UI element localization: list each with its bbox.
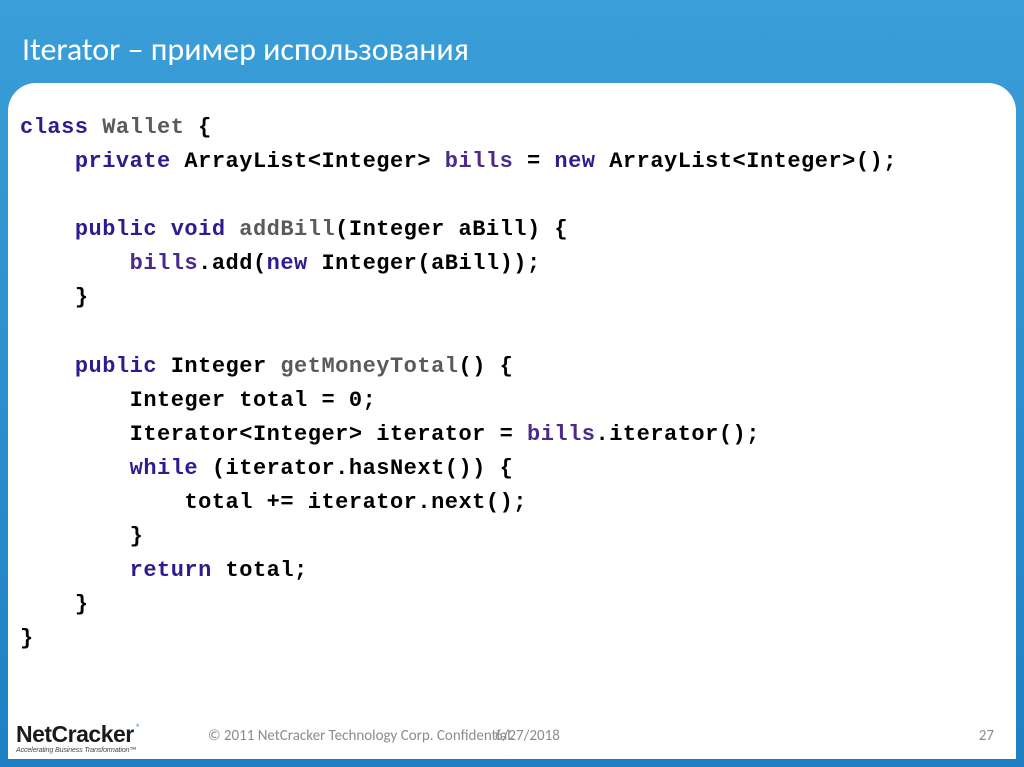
code-text: { xyxy=(184,115,211,140)
code-text: (iterator.hasNext()) { xyxy=(198,456,513,481)
copyright-text: © 2011 NetCracker Technology Corp. Confi… xyxy=(208,727,514,745)
logo-text: NetCracker xyxy=(16,721,134,747)
slide: Iterator – пример использования class Wa… xyxy=(0,0,1024,767)
logo-tagline: Accelerating Business Transformation™ xyxy=(16,746,141,753)
method-addbill: addBill xyxy=(226,217,336,242)
slide-title: Iterator – пример использования xyxy=(0,0,1024,83)
code-text: .iterator(); xyxy=(596,422,760,447)
code-text: Iterator<Integer> iterator = xyxy=(130,422,527,447)
kw-new: new xyxy=(554,149,595,174)
field-bills: bills xyxy=(527,422,596,447)
class-name: Wallet xyxy=(102,115,184,140)
code-text: (Integer aBill) { xyxy=(335,217,568,242)
code-text: total; xyxy=(212,558,308,583)
kw-private: private xyxy=(75,149,171,174)
code-text: } xyxy=(75,285,89,310)
kw-public: public xyxy=(75,354,157,379)
code-text: Integer xyxy=(157,354,280,379)
logo-registered: ® xyxy=(136,721,141,734)
code-text: () { xyxy=(459,354,514,379)
kw-public-void: public void xyxy=(75,217,226,242)
kw-class: class xyxy=(20,115,89,140)
code-text: } xyxy=(20,626,34,651)
code-text: .add( xyxy=(198,251,267,276)
code-text: ArrayList<Integer>(); xyxy=(596,149,897,174)
code-text: = xyxy=(513,149,554,174)
method-getmoneytotal: getMoneyTotal xyxy=(280,354,458,379)
code-text: Integer(aBill)); xyxy=(308,251,541,276)
code-block: class Wallet { private ArrayList<Integer… xyxy=(20,111,1004,657)
content-card: class Wallet { private ArrayList<Integer… xyxy=(8,83,1016,759)
kw-return: return xyxy=(130,558,212,583)
code-text: Integer total = 0; xyxy=(130,388,377,413)
code-text: total += iterator.next(); xyxy=(184,490,527,515)
field-bills: bills xyxy=(445,149,514,174)
date-text: 6/27/2018 xyxy=(495,727,560,745)
logo: NetCracker® Accelerating Business Transf… xyxy=(16,723,141,753)
page-number: 27 xyxy=(979,727,994,745)
code-text: ArrayList<Integer> xyxy=(171,149,445,174)
code-text: } xyxy=(75,592,89,617)
footer: NetCracker® Accelerating Business Transf… xyxy=(8,709,1016,759)
code-text: } xyxy=(130,524,144,549)
kw-new: new xyxy=(267,251,308,276)
kw-while: while xyxy=(130,456,199,481)
field-bills: bills xyxy=(130,251,199,276)
